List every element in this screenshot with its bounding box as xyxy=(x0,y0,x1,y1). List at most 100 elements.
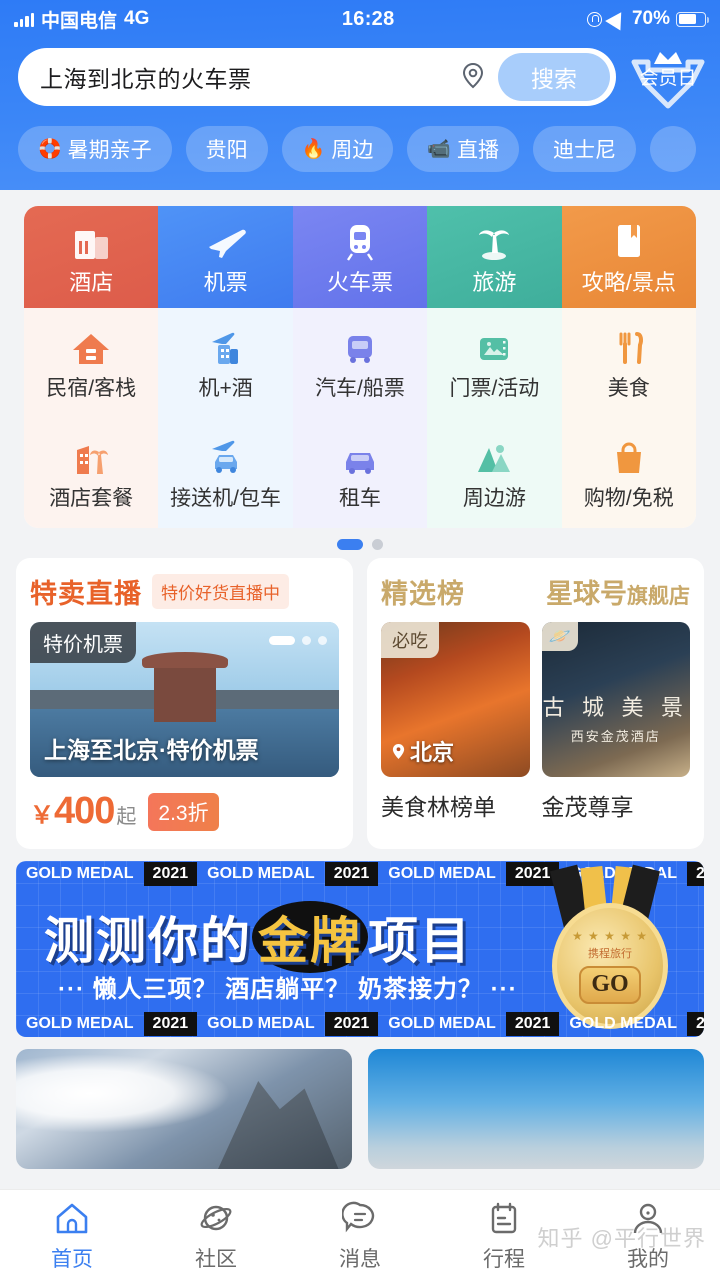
grid-tile-homestay[interactable]: 民宿/客栈 xyxy=(24,308,159,418)
grid-tile-guide[interactable]: 攻略/景点 xyxy=(561,206,696,308)
app-header: 中国电信 4G 16:28 70% 上海到北京的火车票 搜索 会员日 🛟 暑期亲… xyxy=(0,0,720,190)
strip-text: GOLD MEDAL xyxy=(26,865,134,882)
featured-overlay: 古 城 美 景 西安金茂酒店 xyxy=(542,690,691,745)
grid-tile-hotel-package[interactable]: 酒店套餐 xyxy=(24,418,159,528)
tag-item[interactable]: 📹 直播 xyxy=(407,126,520,172)
featured-item[interactable]: 必吃 北京 美食林榜单 xyxy=(381,622,530,822)
grid-tile-label: 攻略/景点 xyxy=(581,270,676,295)
hotel-icon xyxy=(66,217,116,261)
status-bar-clock: 16:28 xyxy=(341,7,395,30)
promo-price-row: ￥ 400 起 2.3折 xyxy=(30,790,339,833)
tag-item[interactable]: 贵阳 xyxy=(185,126,268,172)
feed-card-mountain[interactable] xyxy=(16,1049,352,1169)
headline-part1: 测测你的 xyxy=(44,912,252,970)
grid-tile-label: 旅游 xyxy=(472,270,517,295)
resort-icon xyxy=(66,434,116,478)
home-icon xyxy=(54,1199,90,1237)
feed-image-row xyxy=(0,1037,720,1169)
strip-text: GOLD MEDAL xyxy=(207,1015,315,1032)
tag-item[interactable]: 迪士尼 xyxy=(533,126,637,172)
grid-tile-flight-hotel[interactable]: 机+酒 xyxy=(158,308,293,418)
network-type: 4G xyxy=(124,8,150,29)
strip-text: GOLD MEDAL xyxy=(388,865,496,882)
tag-label: 周边 xyxy=(331,139,374,162)
pagination-dot[interactable] xyxy=(372,539,383,550)
grid-tile-hotel[interactable]: 酒店 xyxy=(24,206,159,308)
person-icon xyxy=(630,1199,666,1237)
location-arrow-icon xyxy=(605,7,629,31)
tab-label: 我的 xyxy=(627,1247,669,1271)
quick-tag-list[interactable]: 🛟 暑期亲子 贵阳 🔥 周边 📹 直播 迪士尼 xyxy=(0,110,720,176)
grid-tile-label: 美食 xyxy=(607,377,650,400)
member-day-label: 会员日 xyxy=(639,67,696,89)
grid-tile-nearby[interactable]: 周边游 xyxy=(427,418,562,528)
search-box[interactable]: 上海到北京的火车票 搜索 xyxy=(18,48,616,106)
grid-tile-car-rental[interactable]: 租车 xyxy=(292,418,428,528)
grid-tile-food[interactable]: 美食 xyxy=(561,308,696,418)
overlay-subtitle: 西安金茂酒店 xyxy=(570,729,661,745)
grid-tile-train[interactable]: 火车票 xyxy=(292,206,428,308)
medal-go-button[interactable]: GO xyxy=(579,965,641,1004)
grid-tile-transfer[interactable]: 接送机/包车 xyxy=(158,418,293,528)
carousel-indicator[interactable] xyxy=(269,636,327,645)
signal-bars-icon xyxy=(14,12,34,27)
grid-tile-label: 酒店 xyxy=(69,270,114,295)
search-button[interactable]: 搜索 xyxy=(498,53,610,101)
member-day-button[interactable]: 会员日 xyxy=(626,44,710,110)
strip-year: 2021 xyxy=(143,1012,198,1036)
grid-tile-label: 汽车/船票 xyxy=(315,377,405,400)
gold-medal-banner[interactable]: GOLD MEDAL 2021 GOLD MEDAL 2021 GOLD MEDAL… xyxy=(16,861,704,1037)
feed-card-sky[interactable] xyxy=(368,1049,704,1169)
search-row: 上海到北京的火车票 搜索 会员日 xyxy=(0,38,720,110)
planet-icon: 🪐 xyxy=(541,622,578,651)
grid-tile-ticket[interactable]: 门票/活动 xyxy=(427,308,562,418)
flame-icon: 🔥 xyxy=(301,138,326,160)
tab-messages[interactable]: 消息 xyxy=(288,1199,432,1273)
promo-badge: 特价好货直播中 xyxy=(152,574,289,609)
tab-profile[interactable]: 我的 xyxy=(576,1199,720,1273)
rotation-lock-icon xyxy=(586,11,602,27)
tab-community[interactable]: 社区 xyxy=(144,1199,288,1273)
tag-label: 迪士尼 xyxy=(553,139,617,162)
featured-image[interactable]: 必吃 北京 xyxy=(381,622,530,777)
strip-year: 2021 xyxy=(686,862,704,886)
tag-item[interactable]: 🛟 暑期亲子 xyxy=(18,126,172,172)
featured-items: 必吃 北京 美食林榜单 🪐 古 城 美 景 西安金茂酒店 金茂尊享 xyxy=(381,622,690,822)
grid-pagination[interactable] xyxy=(24,528,696,556)
promo-image-caption: 上海至北京·特价机票 xyxy=(44,737,259,763)
strip-text: GOLD MEDAL xyxy=(207,865,315,882)
airplane-icon xyxy=(201,217,251,261)
grid-tile-tour[interactable]: 旅游 xyxy=(427,206,562,308)
bus-icon xyxy=(335,324,385,368)
search-input[interactable]: 上海到北京的火车票 xyxy=(40,60,456,94)
discount-badge: 2.3折 xyxy=(148,792,219,831)
guidebook-icon xyxy=(604,217,654,261)
tag-label: 贵阳 xyxy=(205,139,248,162)
service-grid: 酒店 机票 火车票 旅游 攻略/景点 民宿/客栈 机+酒 汽车/船票 门票/活动… xyxy=(24,206,696,528)
grid-tile-shopping[interactable]: 购物/免税 xyxy=(561,418,696,528)
banner-subline: ··· 懒人三项？ 酒店躺平？ 奶茶接力？ ··· xyxy=(58,976,518,1003)
tab-home[interactable]: 首页 xyxy=(0,1199,144,1273)
featured-location: 北京 xyxy=(391,735,454,767)
grid-tile-bus-ferry[interactable]: 汽车/船票 xyxy=(292,308,428,418)
battery-icon xyxy=(676,11,710,27)
tab-trips[interactable]: 行程 xyxy=(432,1199,576,1273)
promo-card-live-sale[interactable]: 特卖直播 特价好货直播中 特价机票 上海至北京·特价机票 ￥ 400 起 2.3… xyxy=(16,558,353,849)
grid-tile-label: 民宿/客栈 xyxy=(46,377,137,400)
featured-item[interactable]: 🪐 古 城 美 景 西安金茂酒店 金茂尊享 xyxy=(541,622,691,822)
grid-tile-label: 酒店套餐 xyxy=(49,487,134,510)
grid-tile-flight[interactable]: 机票 xyxy=(158,206,293,308)
tag-item-partial[interactable] xyxy=(650,126,696,172)
grid-tile-label: 购物/免税 xyxy=(583,487,674,510)
promo-image[interactable]: 特价机票 上海至北京·特价机票 xyxy=(30,622,339,777)
promo-card-featured[interactable]: 精选榜 星球号旗舰店 必吃 北京 美食林榜单 🪐 古 城 美 景 西安金茂酒店 … xyxy=(367,558,704,849)
map-pin-icon[interactable] xyxy=(456,60,490,94)
currency-symbol: ￥ xyxy=(30,802,54,829)
medal-brand: 携程旅行 xyxy=(588,947,632,960)
pagination-dot-active[interactable] xyxy=(337,539,363,550)
tag-item[interactable]: 🔥 周边 xyxy=(281,126,394,172)
planet-icon xyxy=(198,1199,234,1237)
featured-image[interactable]: 🪐 古 城 美 景 西安金茂酒店 xyxy=(541,622,691,777)
tag-label: 直播 xyxy=(457,139,500,162)
banner-strip-bottom: GOLD MEDAL 2021 GOLD MEDAL 2021 GOLD MEDAL… xyxy=(16,1011,704,1037)
